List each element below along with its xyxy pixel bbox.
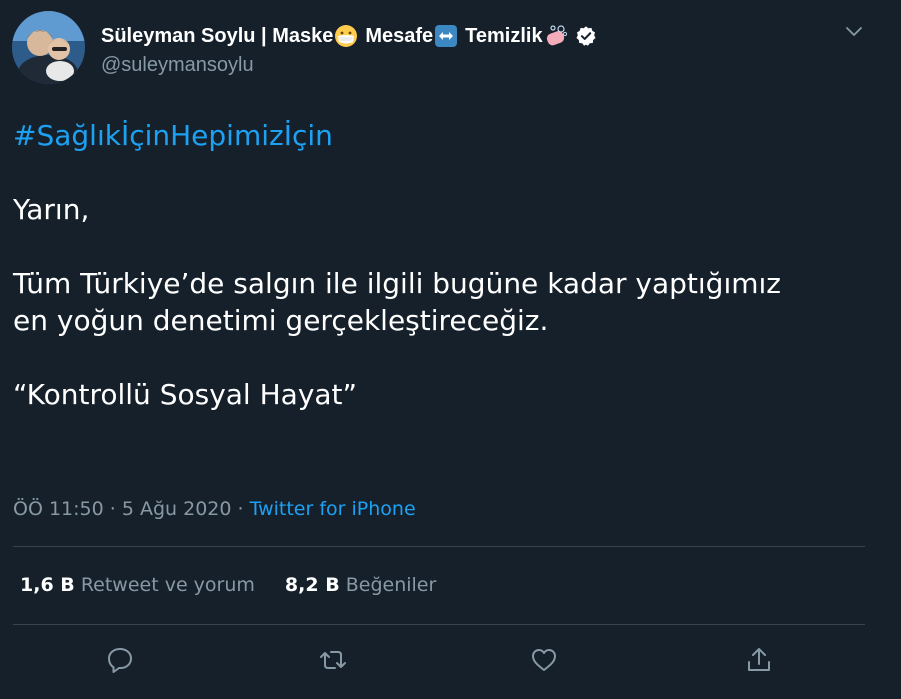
tweet-stats: 1,6 B Retweet ve yorum 8,2 B Beğeniler bbox=[20, 574, 466, 596]
avatar[interactable] bbox=[12, 11, 85, 84]
tweet-date[interactable]: 5 Ağu 2020 bbox=[122, 498, 232, 520]
likes-count: 8,2 B bbox=[284, 574, 340, 596]
display-name-part-1: Süleyman Soylu | Maske bbox=[101, 24, 334, 47]
user-handle[interactable]: @suleymansoylu bbox=[101, 54, 254, 77]
soap-bubbles-icon bbox=[544, 24, 568, 48]
retweets-label: Retweet ve yorum bbox=[80, 574, 255, 596]
divider bbox=[13, 624, 865, 625]
retweet-icon[interactable] bbox=[318, 645, 348, 675]
tweet-meta: ÖÖ 11:50 · 5 Ağu 2020 · Twitter for iPho… bbox=[13, 498, 416, 520]
likes-stat[interactable]: 8,2 B Beğeniler bbox=[285, 574, 436, 596]
tweet-source-link[interactable]: Twitter for iPhone bbox=[250, 498, 416, 520]
tweet-line: Tüm Türkiye’de salgın ile ilgili bugüne … bbox=[13, 267, 781, 300]
meta-separator: · bbox=[237, 498, 244, 520]
tweet-line: en yoğun denetimi gerçekleştireceğiz. bbox=[13, 304, 549, 337]
verified-badge-icon bbox=[575, 25, 597, 47]
avatar-image bbox=[12, 11, 85, 84]
retweets-count: 1,6 B bbox=[20, 574, 75, 596]
tweet-line: Yarın, bbox=[13, 193, 90, 226]
hashtag-link[interactable]: #SağlıkİçinHepimizİçin bbox=[13, 119, 333, 152]
display-name[interactable]: Süleyman Soylu | Maske Mesafe Temizlik bbox=[101, 22, 597, 50]
divider bbox=[13, 546, 865, 547]
face-with-medical-mask-icon bbox=[334, 24, 358, 48]
display-name-part-2: Mesafe bbox=[365, 24, 434, 47]
tweet-time[interactable]: ÖÖ 11:50 bbox=[13, 498, 104, 520]
tweet-quote: “Kontrollü Sosyal Hayat” bbox=[13, 378, 358, 411]
tweet-actions bbox=[0, 645, 901, 675]
tweet-text: #SağlıkİçinHepimizİçin Yarın, Tüm Türkiy… bbox=[13, 117, 873, 413]
display-name-part-3: Temizlik bbox=[465, 24, 543, 47]
meta-separator: · bbox=[109, 498, 116, 520]
like-icon[interactable] bbox=[529, 645, 559, 675]
likes-label: Beğeniler bbox=[345, 574, 437, 596]
retweets-stat[interactable]: 1,6 B Retweet ve yorum bbox=[20, 574, 255, 596]
chevron-down-icon[interactable] bbox=[845, 23, 863, 37]
reply-icon[interactable] bbox=[105, 645, 135, 675]
share-icon[interactable] bbox=[744, 645, 774, 675]
left-right-arrow-icon bbox=[434, 24, 458, 48]
